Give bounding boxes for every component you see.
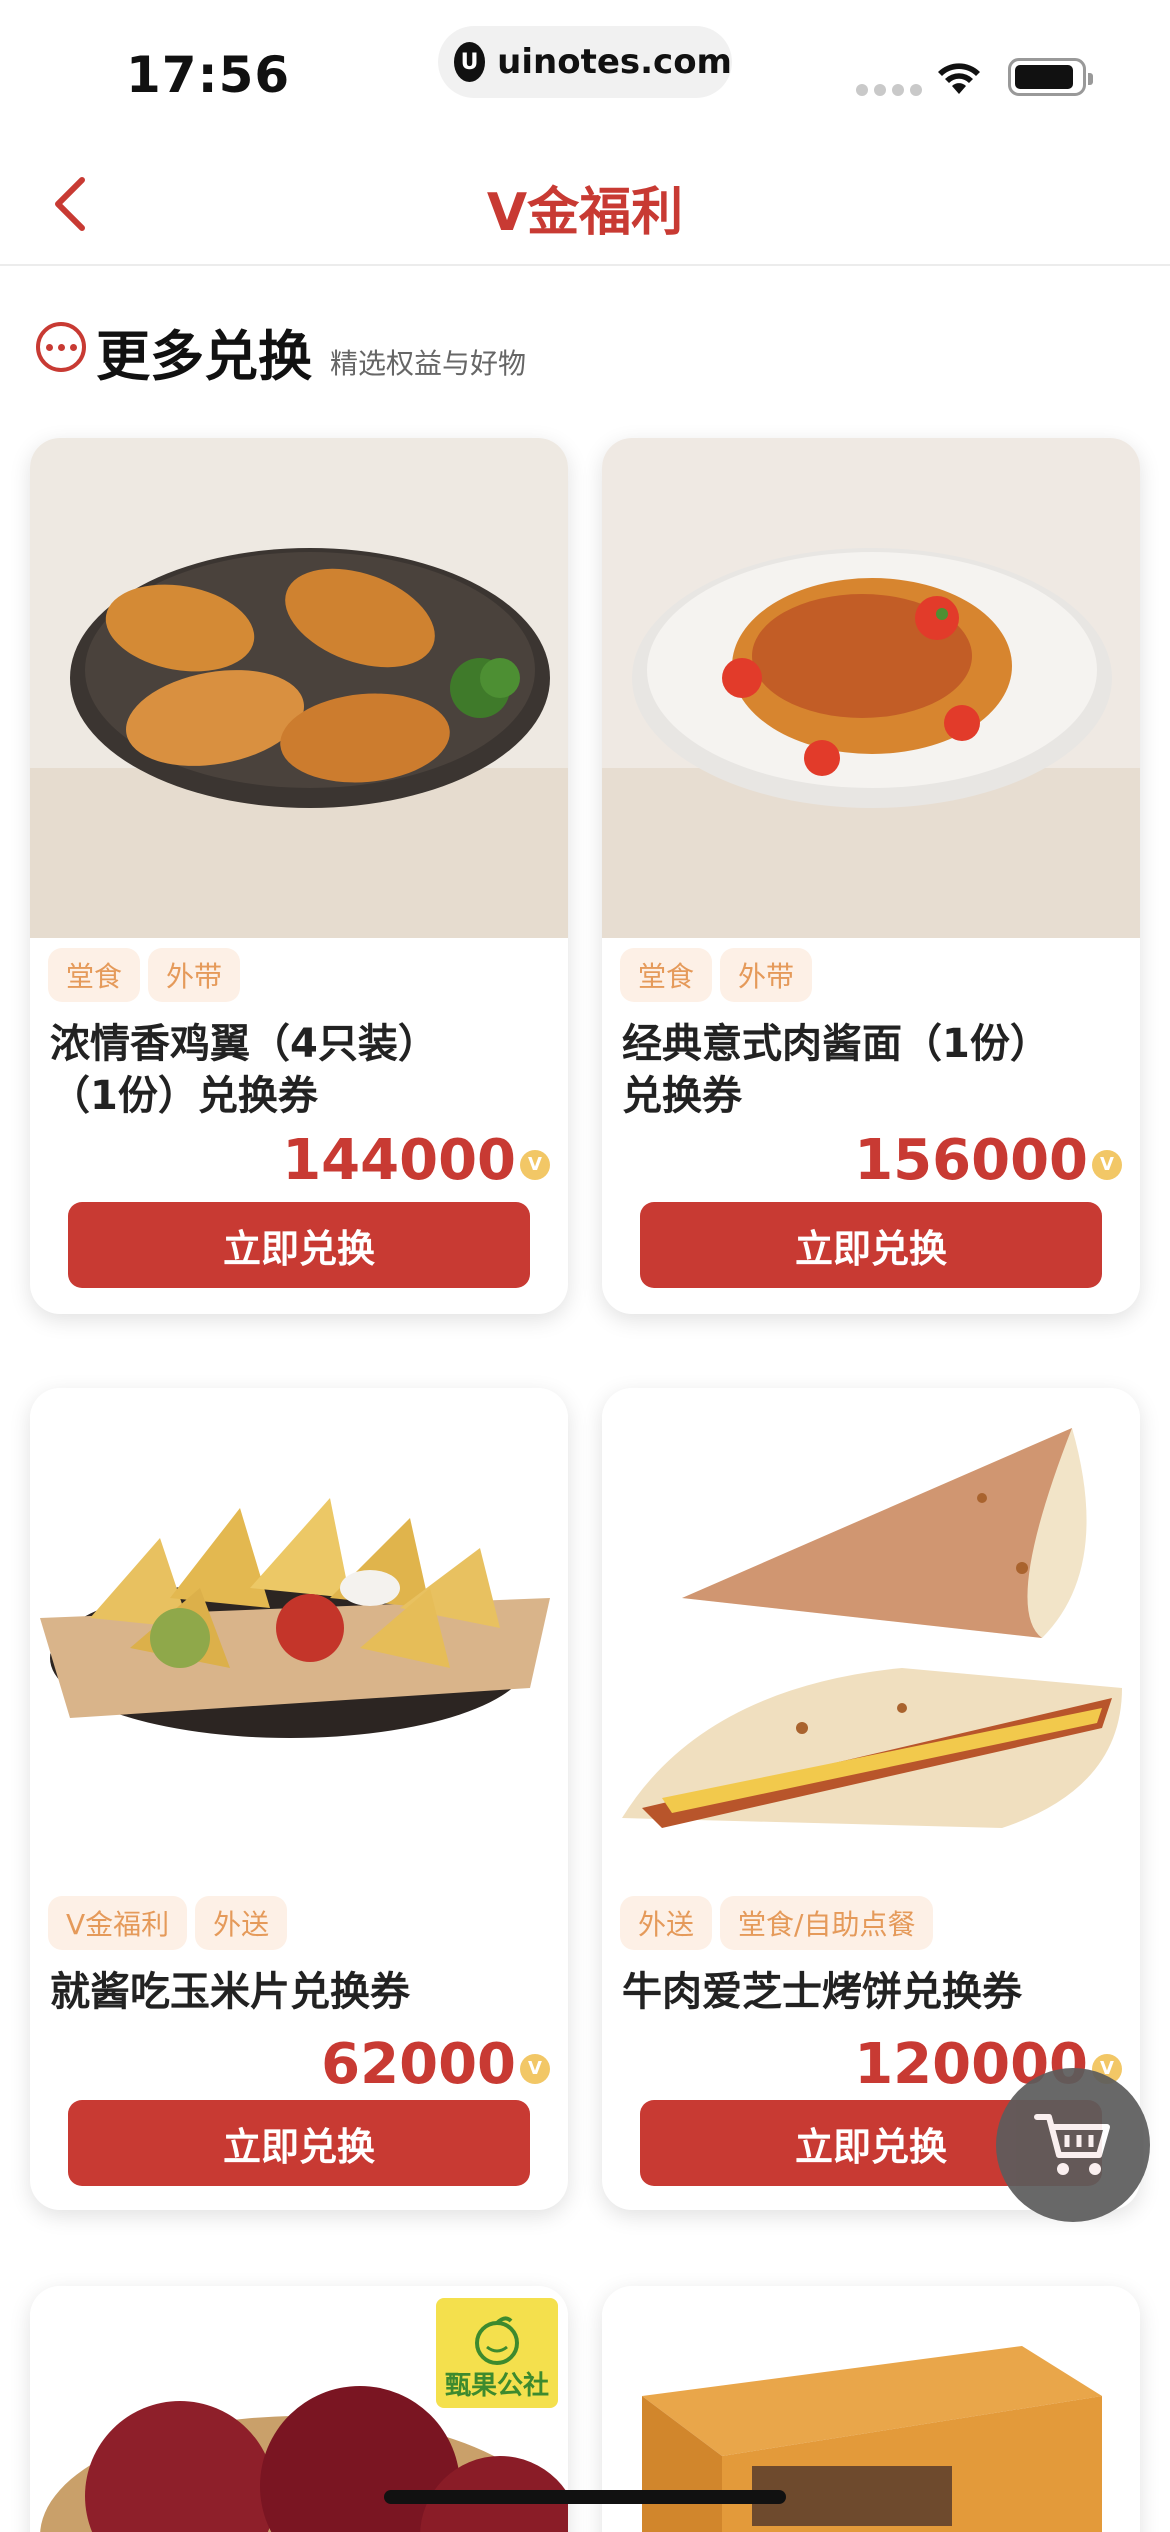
cart-icon xyxy=(1034,2114,1110,2175)
tag-list: 堂食 外带 xyxy=(620,948,813,1002)
wifi-icon xyxy=(938,63,980,94)
price-row: 156000 V xyxy=(854,1128,1122,1193)
product-card[interactable]: 堂食 外带 经典意式肉酱面（1份） 兑换券 156000 V 立即兑换 xyxy=(602,438,1140,1314)
cart-button[interactable] xyxy=(996,2068,1150,2222)
tag: 外送 xyxy=(195,1896,288,1950)
status-time: 17:56 xyxy=(126,46,291,104)
page-title: V金福利 xyxy=(486,183,684,243)
product-name-line: 浓情香鸡翼（4只装） xyxy=(50,1021,438,1067)
tag: 外送 xyxy=(620,1896,713,1950)
product-card[interactable]: 堂食 外带 浓情香鸡翼（4只装） （1份）兑换券 144000 V 立即兑换 xyxy=(30,438,568,1314)
tag: 外带 xyxy=(720,948,813,1002)
product-name: 就酱吃玉米片兑换券 xyxy=(50,1966,550,2018)
product-price: 156000 xyxy=(854,1128,1088,1193)
brand-name: 甄果公社 xyxy=(444,2371,549,2401)
tag: 外带 xyxy=(148,948,241,1002)
price-row: 144000 V xyxy=(282,1128,550,1193)
section-title: 更多兑换 xyxy=(96,325,312,388)
cellular-signal-icon xyxy=(856,84,922,96)
site-logo-icon: U xyxy=(454,42,486,82)
url-pill[interactable]: U uinotes.com xyxy=(438,26,732,98)
product-name-line: 兑换券 xyxy=(622,1073,742,1119)
tag: V金福利 xyxy=(48,1896,188,1950)
product-name-line: 牛肉爱芝士烤饼兑换券 xyxy=(622,1969,1022,2015)
tag-list: 外送 堂食/自助点餐 xyxy=(620,1896,934,1950)
spaghetti-photo xyxy=(602,438,1140,938)
home-indicator xyxy=(384,2490,786,2504)
v-coin-icon: V xyxy=(520,2053,550,2084)
tag: 堂食 xyxy=(620,948,713,1002)
product-price: 62000 xyxy=(321,2032,516,2097)
product-name: 经典意式肉酱面（1份） 兑换券 xyxy=(622,1018,1122,1122)
brand-face-icon xyxy=(475,2316,519,2365)
tag: 堂食 xyxy=(48,948,141,1002)
nachos-photo xyxy=(30,1388,568,1848)
brand-badge: 甄果公社 xyxy=(436,2298,558,2408)
product-name-line: （1份）兑换券 xyxy=(50,1073,318,1119)
product-name-line: 经典意式肉酱面（1份） xyxy=(622,1021,1050,1067)
tag-list: V金福利 外送 xyxy=(48,1896,288,1950)
chicken-wings-photo xyxy=(30,438,568,938)
product-name: 浓情香鸡翼（4只装） （1份）兑换券 xyxy=(50,1018,550,1122)
section-header: 更多兑换 精选权益与好物 xyxy=(0,266,1170,416)
v-coin-icon: V xyxy=(520,1149,550,1180)
quesadilla-photo xyxy=(602,1388,1140,1848)
nav-bar: V金福利 xyxy=(0,140,1170,266)
tag: 堂食/自助点餐 xyxy=(720,1896,934,1950)
redeem-button[interactable]: 立即兑换 xyxy=(640,1202,1102,1288)
tag-list: 堂食 外带 xyxy=(48,948,241,1002)
redeem-button[interactable]: 立即兑换 xyxy=(68,1202,530,1288)
url-text: uinotes.com xyxy=(497,42,732,82)
battery-icon xyxy=(1008,58,1093,96)
more-dots-icon xyxy=(36,322,86,372)
product-card[interactable]: V金福利 外送 就酱吃玉米片兑换券 62000 V 立即兑换 xyxy=(30,1388,568,2210)
price-row: 62000 V xyxy=(321,2032,550,2097)
product-price: 144000 xyxy=(282,1128,516,1193)
product-name: 牛肉爱芝士烤饼兑换券 xyxy=(622,1966,1122,2018)
status-bar: 17:56 U uinotes.com xyxy=(0,0,1170,140)
redeem-button[interactable]: 立即兑换 xyxy=(68,2100,530,2186)
product-name-line: 就酱吃玉米片兑换券 xyxy=(50,1969,410,2015)
v-coin-icon: V xyxy=(1092,1149,1122,1180)
section-subtitle: 精选权益与好物 xyxy=(330,347,527,380)
